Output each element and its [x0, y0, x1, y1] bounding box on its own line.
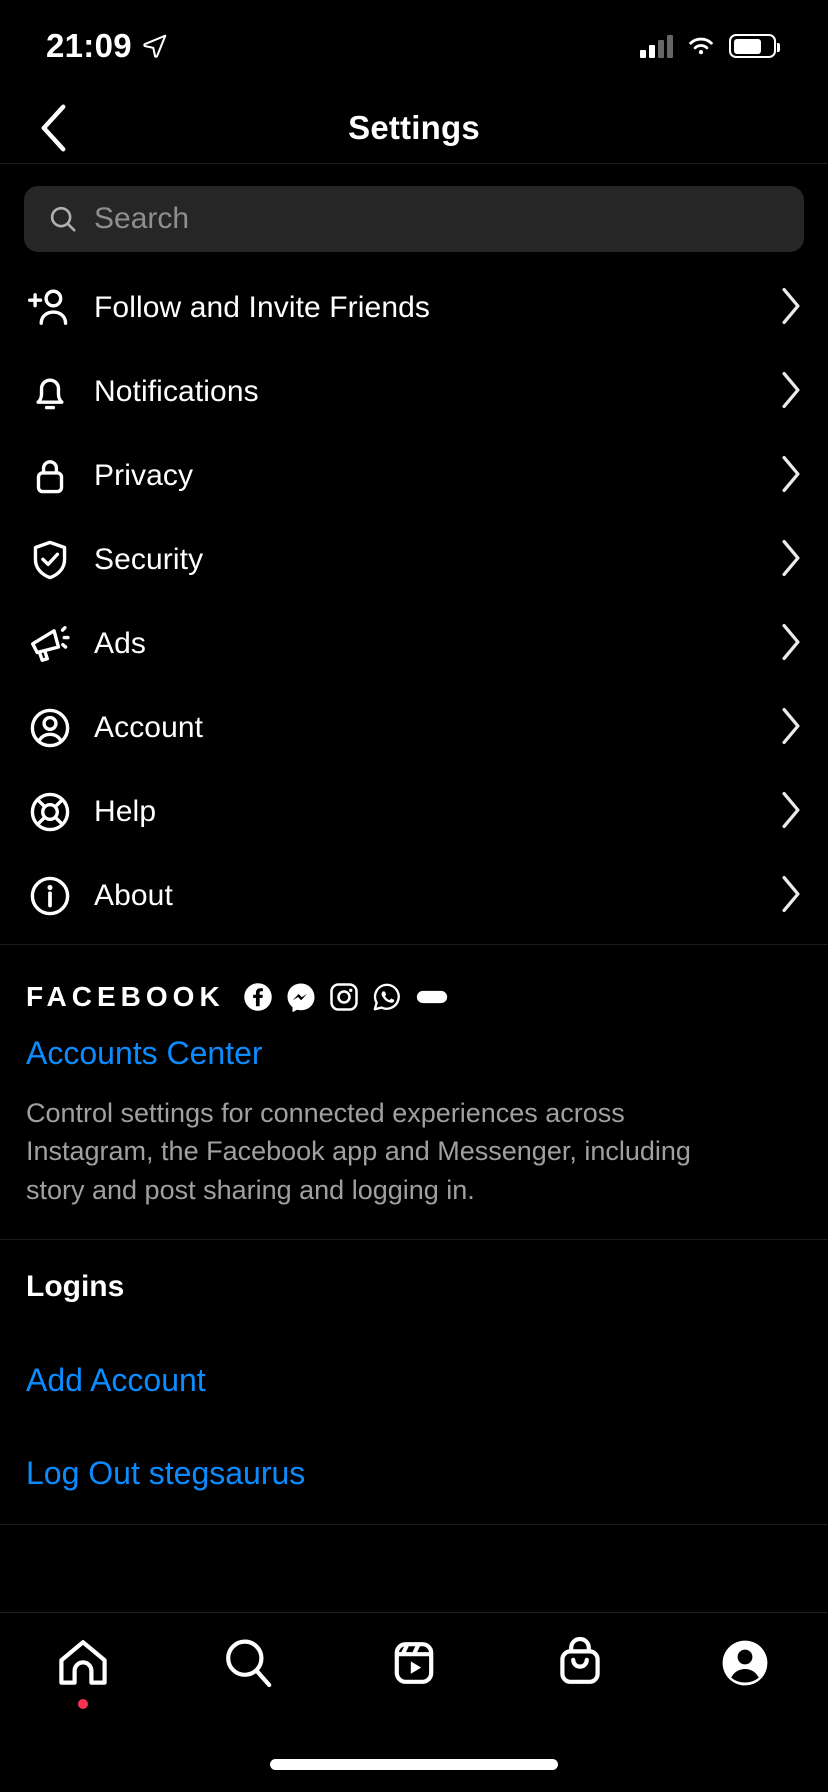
- cellular-signal-icon: [640, 34, 673, 58]
- reels-icon: [394, 1642, 434, 1684]
- search-icon: [226, 1639, 272, 1688]
- settings-row-privacy[interactable]: Privacy: [0, 434, 828, 518]
- settings-row-label: Notifications: [94, 375, 259, 408]
- chevron-right-icon: [780, 539, 802, 582]
- messenger-icon: [287, 983, 315, 1012]
- settings-row-label: Follow and Invite Friends: [94, 291, 430, 324]
- chevron-right-icon: [780, 371, 802, 414]
- settings-row-notifications[interactable]: Notifications: [0, 350, 828, 434]
- battery-icon: [729, 34, 780, 58]
- logins-heading: Logins: [26, 1269, 125, 1303]
- settings-row-label: Security: [94, 543, 204, 576]
- settings-row-label: Help: [94, 795, 157, 828]
- user-circle-icon: [28, 706, 86, 750]
- location-arrow-icon: [143, 34, 167, 58]
- search-input[interactable]: Search: [24, 186, 804, 252]
- wifi-icon: [689, 37, 713, 55]
- log-out-button[interactable]: Log Out stegsaurus: [26, 1455, 802, 1492]
- settings-row-about[interactable]: About: [0, 854, 828, 938]
- tab-shop[interactable]: [497, 1635, 663, 1691]
- instagram-icon: [329, 983, 358, 1011]
- chevron-left-icon: [41, 104, 66, 151]
- bell-icon: [28, 370, 86, 414]
- profile-avatar-icon: [722, 1640, 768, 1686]
- status-bar-left: 21:09: [46, 27, 168, 65]
- home-notification-badge: [77, 1699, 88, 1709]
- tab-home[interactable]: [0, 1635, 166, 1709]
- settings-row-label: Account: [94, 711, 204, 744]
- facebook-description: Control settings for connected experienc…: [26, 1098, 691, 1205]
- facebook-section: FACEBOOK Accounts Center Control setting…: [0, 945, 828, 1240]
- whatsapp-icon: [373, 983, 400, 1011]
- tab-profile[interactable]: [662, 1635, 828, 1691]
- settings-row-label: Ads: [94, 627, 146, 660]
- person-plus-icon: [28, 286, 86, 330]
- chevron-right-icon: [780, 875, 802, 918]
- search-placeholder: Search: [94, 202, 190, 235]
- tab-reels[interactable]: [331, 1635, 497, 1691]
- chevron-right-icon: [780, 623, 802, 666]
- accounts-center-link[interactable]: Accounts Center: [26, 1035, 802, 1072]
- settings-row-help[interactable]: Help: [0, 770, 828, 854]
- tab-search[interactable]: [166, 1635, 332, 1691]
- chevron-right-icon: [780, 791, 802, 834]
- facebook-brand-icons: [243, 982, 449, 1012]
- navigation-bar: Settings: [0, 92, 828, 164]
- settings-row-label: Privacy: [94, 459, 194, 492]
- facebook-icon: [243, 983, 272, 1011]
- chevron-right-icon: [780, 707, 802, 750]
- settings-row-label: About: [94, 879, 173, 912]
- add-account-button[interactable]: Add Account: [26, 1362, 802, 1399]
- shopping-bag-icon: [559, 1636, 600, 1684]
- chevron-right-icon: [780, 287, 802, 330]
- lock-icon: [28, 454, 86, 498]
- chevron-right-icon: [780, 455, 802, 498]
- info-circle-icon: [28, 874, 86, 918]
- page-title: Settings: [348, 108, 480, 146]
- shield-check-icon: [28, 538, 86, 582]
- settings-row-follow-and-invite-friends[interactable]: Follow and Invite Friends: [0, 266, 828, 350]
- facebook-header: FACEBOOK: [26, 981, 802, 1013]
- home-indicator: [270, 1759, 558, 1770]
- facebook-wordmark: FACEBOOK: [26, 981, 225, 1012]
- lifebuoy-icon: [28, 790, 86, 834]
- search-container: Search: [0, 164, 828, 266]
- home-icon: [59, 1640, 107, 1685]
- settings-row-security[interactable]: Security: [0, 518, 828, 602]
- oculus-icon: [416, 990, 447, 1004]
- settings-row-account[interactable]: Account: [0, 686, 828, 770]
- megaphone-icon: [28, 622, 86, 666]
- settings-row-ads[interactable]: Ads: [0, 602, 828, 686]
- status-bar-right: [640, 34, 780, 58]
- search-icon: [50, 206, 76, 232]
- back-button[interactable]: [24, 98, 84, 158]
- settings-list: Follow and Invite Friends Notifications …: [0, 266, 828, 945]
- status-time: 21:09: [46, 27, 132, 64]
- tab-bar: [0, 1612, 828, 1792]
- logins-section: Logins Add Account Log Out stegsaurus: [0, 1240, 828, 1525]
- status-bar: 21:09: [0, 0, 828, 92]
